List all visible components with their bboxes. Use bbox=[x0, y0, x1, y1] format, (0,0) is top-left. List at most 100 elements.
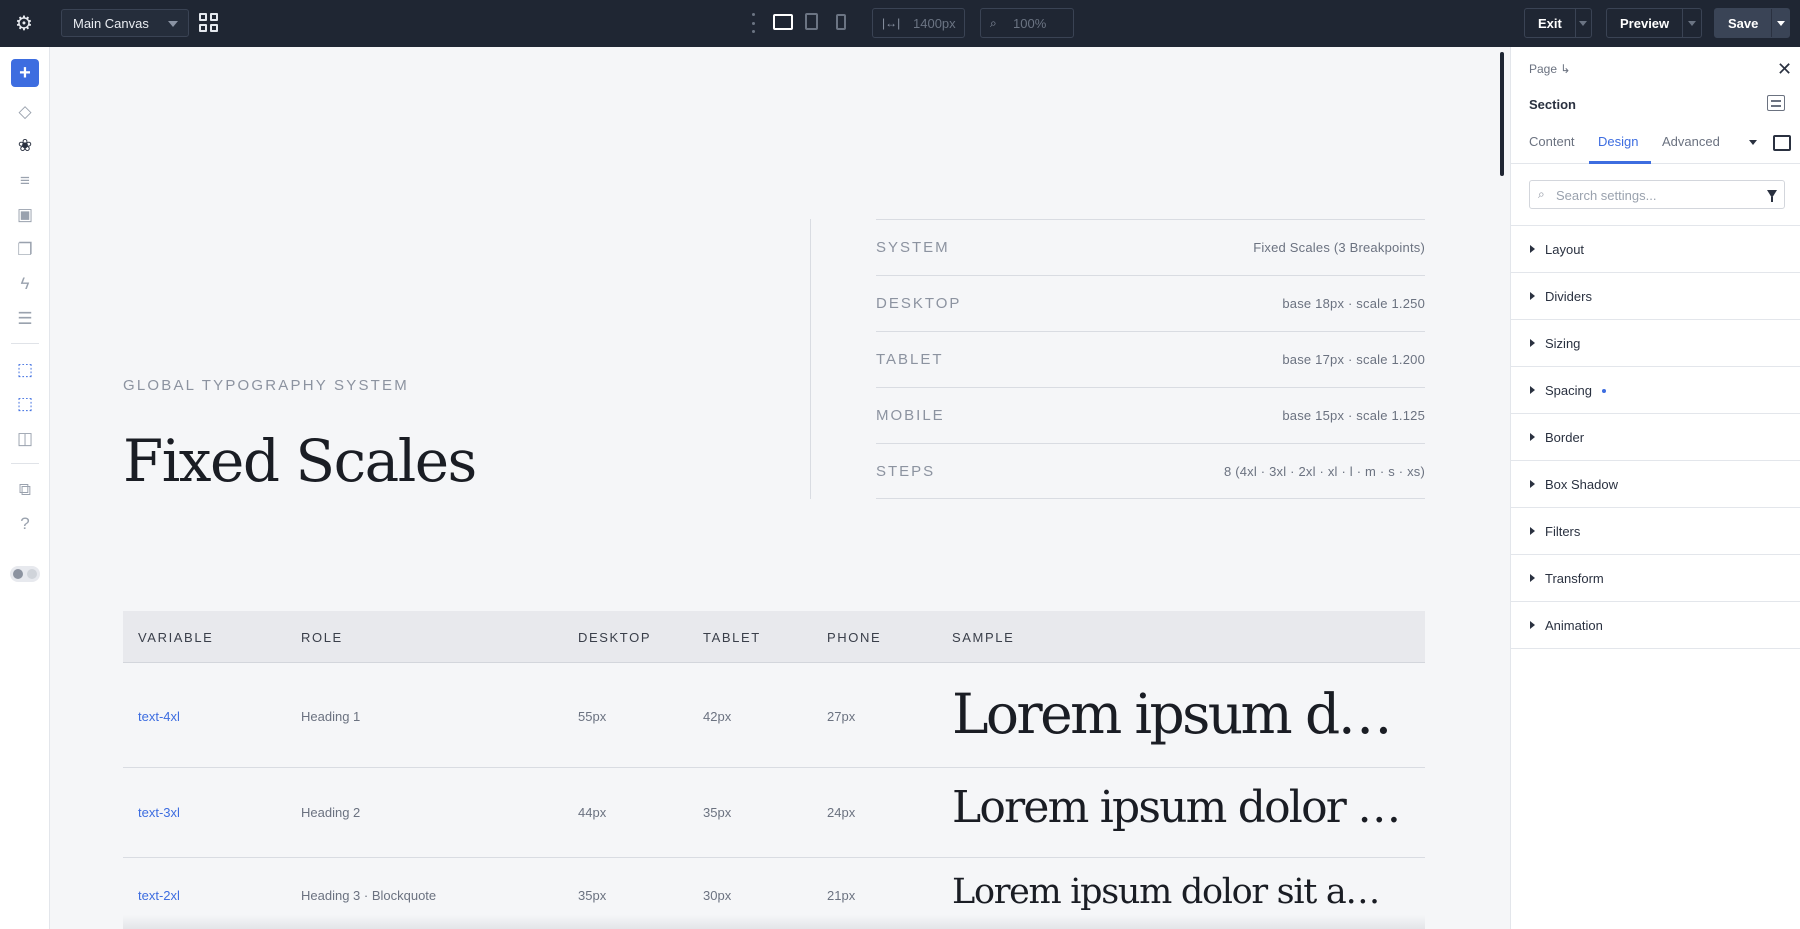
accordion-transform[interactable]: Transform bbox=[1511, 555, 1800, 602]
tab-design[interactable]: Design bbox=[1598, 134, 1638, 149]
more-vertical-icon[interactable] bbox=[750, 13, 756, 33]
accordion-label: Dividers bbox=[1545, 289, 1592, 304]
accordion-animation[interactable]: Animation bbox=[1511, 602, 1800, 649]
cell-sample: Lorem ipsum dolor sit amet bbox=[952, 782, 1412, 833]
chevron-down-icon bbox=[168, 21, 178, 27]
panel-tabs: Content Design Advanced bbox=[1511, 127, 1800, 164]
page-canvas[interactable]: GLOBAL TYPOGRAPHY SYSTEM Fixed Scales SY… bbox=[51, 47, 1498, 929]
spec-value: Fixed Scales (3 Breakpoints) bbox=[1253, 240, 1425, 255]
pages-icon[interactable]: ❐ bbox=[12, 237, 38, 263]
styles-icon[interactable]: ❀ bbox=[12, 133, 38, 159]
cell-desktop: 55px bbox=[578, 709, 607, 724]
caret-right-icon bbox=[1530, 245, 1535, 253]
interactions-lightning-icon[interactable]: ϟ bbox=[12, 271, 38, 297]
theme-sun-icon bbox=[13, 569, 23, 579]
spec-value: 8 (4xl · 3xl · 2xl · xl · l · m · s · xs… bbox=[1223, 463, 1425, 479]
modified-indicator-dot bbox=[1602, 389, 1606, 393]
components-icon[interactable]: ▣ bbox=[12, 202, 38, 228]
tabs-dropdown-icon[interactable] bbox=[1749, 140, 1757, 145]
save-label: Save bbox=[1728, 15, 1759, 31]
caret-right-icon bbox=[1530, 386, 1535, 394]
breadcrumb[interactable]: Page ↳ bbox=[1529, 62, 1570, 76]
accordion-label: Layout bbox=[1545, 242, 1585, 257]
width-arrows-icon: |↔| bbox=[882, 16, 901, 30]
element-options-icon[interactable] bbox=[1767, 95, 1785, 111]
cell-sample: Lorem ipsum dolor sit amet, consectetur bbox=[952, 872, 1412, 912]
caret-right-icon bbox=[1530, 339, 1535, 347]
canvas-select[interactable]: Main Canvas bbox=[61, 9, 189, 37]
exit-label: Exit bbox=[1538, 15, 1562, 31]
save-dropdown-icon[interactable] bbox=[1771, 9, 1789, 37]
accordion-filters[interactable]: Filters bbox=[1511, 508, 1800, 555]
tablet-device-icon[interactable] bbox=[805, 13, 818, 30]
save-button[interactable]: Save bbox=[1714, 8, 1790, 38]
selector-cursor-icon[interactable]: ⬚ bbox=[12, 357, 38, 383]
desktop-device-icon[interactable] bbox=[773, 14, 793, 30]
tab-content[interactable]: Content bbox=[1529, 134, 1575, 149]
accordion-label: Sizing bbox=[1545, 336, 1581, 351]
sections-list-icon[interactable]: ☰ bbox=[12, 306, 38, 332]
exit-button[interactable]: Exit bbox=[1524, 8, 1592, 38]
toolbar-divider bbox=[11, 463, 39, 464]
cell-role: Heading 3 · Blockquote bbox=[301, 888, 437, 903]
settings-search-input[interactable]: ⌕ Search settings... bbox=[1529, 180, 1785, 209]
element-title: Section bbox=[1529, 97, 1576, 112]
templates-icon[interactable]: ⧉ bbox=[12, 477, 38, 503]
spec-row: STEPS 8 (4xl · 3xl · 2xl · xl · l · m · … bbox=[876, 443, 1425, 499]
spec-key: MOBILE bbox=[876, 407, 945, 424]
database-icon[interactable]: ≡ bbox=[12, 168, 38, 194]
accordion-spacing[interactable]: Spacing bbox=[1511, 367, 1800, 414]
top-bar: ⚙ Main Canvas |↔| 1400px ⌕ 100% Exit Pre… bbox=[0, 0, 1800, 47]
layers-icon[interactable]: ◇ bbox=[12, 99, 38, 125]
panel-layout-icon[interactable] bbox=[1773, 135, 1791, 151]
caret-right-icon bbox=[1530, 574, 1535, 582]
multi-selector-cursor-icon[interactable]: ⬚ bbox=[12, 391, 38, 417]
tab-advanced[interactable]: Advanced bbox=[1662, 134, 1720, 149]
preview-browser-icon[interactable]: ◫ bbox=[12, 426, 38, 452]
phone-device-icon[interactable] bbox=[836, 14, 846, 30]
accordion-layout[interactable]: Layout bbox=[1511, 226, 1800, 273]
canvas-select-value: Main Canvas bbox=[73, 15, 149, 31]
accordion-dividers[interactable]: Dividers bbox=[1511, 273, 1800, 320]
spec-row: SYSTEM Fixed Scales (3 Breakpoints) bbox=[876, 219, 1425, 275]
close-icon[interactable]: ✕ bbox=[1777, 59, 1792, 80]
canvas-scrollbar[interactable] bbox=[1500, 52, 1504, 176]
table-row[interactable]: text-3xl Heading 2 44px 35px 24px Lorem … bbox=[123, 768, 1425, 858]
caret-right-icon bbox=[1530, 292, 1535, 300]
column-header-sample: SAMPLE bbox=[952, 630, 1015, 645]
filter-icon[interactable] bbox=[1767, 190, 1777, 202]
zoom-value: 100% bbox=[1013, 15, 1047, 31]
theme-toggle[interactable] bbox=[10, 566, 40, 582]
settings-panel: Page ↳ ✕ Section Content Design Advanced… bbox=[1510, 47, 1800, 929]
column-header-variable: VARIABLE bbox=[138, 630, 214, 645]
table-row[interactable]: text-4xl Heading 1 55px 42px 27px Lorem … bbox=[123, 664, 1425, 768]
help-icon[interactable]: ? bbox=[12, 511, 38, 537]
toolbar-divider bbox=[11, 343, 39, 344]
preview-dropdown-icon[interactable] bbox=[1682, 9, 1701, 37]
cell-variable[interactable]: text-2xl bbox=[138, 888, 180, 903]
cell-variable[interactable]: text-3xl bbox=[138, 805, 180, 820]
cell-phone: 24px bbox=[827, 805, 856, 820]
zoom-input[interactable]: ⌕ 100% bbox=[980, 8, 1074, 38]
settings-gear-icon[interactable]: ⚙ bbox=[12, 11, 36, 35]
spec-key: DESKTOP bbox=[876, 295, 962, 312]
column-header-desktop: DESKTOP bbox=[578, 630, 652, 645]
cell-role: Heading 2 bbox=[301, 805, 361, 820]
accordion-label: Spacing bbox=[1545, 383, 1592, 398]
cell-phone: 21px bbox=[827, 888, 856, 903]
canvas-width-input[interactable]: |↔| 1400px bbox=[872, 8, 965, 38]
left-toolbar: + ◇ ❀ ≡ ▣ ❐ ϟ ☰ ⬚ ⬚ ◫ ⧉ ? bbox=[0, 47, 50, 929]
caret-right-icon bbox=[1530, 621, 1535, 629]
spec-value: base 17px · scale 1.200 bbox=[1282, 352, 1425, 367]
cell-variable[interactable]: text-4xl bbox=[138, 709, 180, 724]
accordion-border[interactable]: Border bbox=[1511, 414, 1800, 461]
accordion-sizing[interactable]: Sizing bbox=[1511, 320, 1800, 367]
cell-desktop: 44px bbox=[578, 805, 607, 820]
accordion-box-shadow[interactable]: Box Shadow bbox=[1511, 461, 1800, 508]
preview-button[interactable]: Preview bbox=[1606, 8, 1702, 38]
accordion-label: Box Shadow bbox=[1545, 477, 1618, 492]
add-element-icon[interactable]: + bbox=[11, 59, 39, 87]
exit-dropdown-icon[interactable] bbox=[1574, 9, 1591, 37]
grid-view-icon[interactable] bbox=[199, 13, 219, 33]
accordion-label: Filters bbox=[1545, 524, 1581, 539]
